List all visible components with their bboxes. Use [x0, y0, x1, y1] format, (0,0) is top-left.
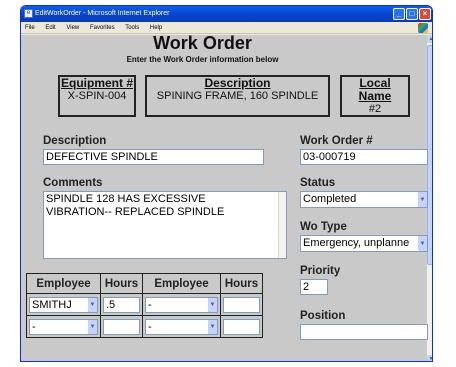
chevron-down-icon[interactable]: ▼	[88, 319, 97, 334]
position-field[interactable]	[300, 324, 428, 340]
chevron-down-icon[interactable]: ▼	[418, 236, 427, 251]
page-subtitle: Enter the Work Order information below	[126, 55, 279, 64]
chevron-down-icon[interactable]: ▼	[208, 297, 217, 312]
chevron-down-icon[interactable]: ▼	[418, 192, 427, 207]
wo-type-select[interactable]: Emergency, unplanne ▼	[300, 235, 428, 252]
comments-textarea[interactable]: SPINDLE 128 HAS EXCESSIVE VIBRATION-- RE…	[43, 191, 287, 259]
equipment-value: X-SPIN-004	[67, 90, 127, 102]
page-title: Work Order	[153, 33, 252, 53]
status-value: Completed	[303, 193, 357, 205]
equipment-description-label: Description	[204, 76, 271, 90]
menu-file[interactable]: File	[25, 25, 35, 31]
hours-header-1: Hours	[100, 273, 143, 294]
labor-table: Employee Hours Employee Hours SMITHJ ▼ .5…	[26, 273, 263, 338]
employee-select[interactable]: - ▼	[29, 318, 98, 335]
employee-select[interactable]: - ▼	[145, 296, 218, 313]
priority-field[interactable]: 2	[300, 279, 328, 295]
comments-line-2: VIBRATION-- REPLACED SPINDLE	[46, 206, 225, 218]
menu-favorites[interactable]: Favorites	[90, 25, 115, 31]
minimize-button[interactable]: _	[393, 8, 405, 20]
labor-header-row: Employee Hours Employee Hours	[26, 273, 263, 294]
equipment-description-box: Description SPINING FRAME, 160 SPINDLE	[145, 75, 330, 117]
employee-header-1: Employee	[26, 273, 101, 294]
maximize-button[interactable]: □	[406, 8, 418, 20]
hours-field[interactable]	[103, 318, 140, 335]
work-order-label: Work Order #	[300, 135, 373, 147]
wo-type-value: Emergency, unplanne	[303, 237, 410, 249]
windows-logo-icon	[418, 23, 428, 33]
comments-line-1: SPINDLE 128 HAS EXCESSIVE	[46, 193, 206, 205]
description-field[interactable]: DEFECTIVE SPINDLE	[43, 149, 264, 165]
equipment-description-value: SPINING FRAME, 160 SPINDLE	[156, 90, 319, 102]
menu-edit[interactable]: Edit	[45, 25, 55, 31]
employee-select[interactable]: SMITHJ ▼	[29, 296, 98, 313]
chevron-down-icon[interactable]: ▼	[208, 319, 217, 334]
status-select[interactable]: Completed ▼	[300, 191, 428, 208]
table-row: SMITHJ ▼ .5 - ▼	[26, 293, 263, 316]
comments-label: Comments	[43, 177, 103, 189]
ie-icon: e	[24, 9, 33, 18]
comments-scrollbar[interactable]	[278, 192, 286, 258]
menu-tools[interactable]: Tools	[125, 25, 139, 31]
local-name-box: Local Name #2	[340, 75, 410, 117]
local-name-value: #2	[368, 103, 382, 115]
hours-field[interactable]	[223, 296, 260, 313]
description-label: Description	[43, 135, 107, 147]
hours-header-2: Hours	[220, 273, 263, 294]
equipment-box: Equipment # X-SPIN-004	[58, 75, 136, 117]
menu-view[interactable]: View	[66, 25, 79, 31]
local-name-label: Local Name	[358, 76, 392, 103]
window-title: EditWorkOrder - Microsoft Internet Explo…	[35, 10, 170, 17]
scroll-up-icon[interactable]: ▲	[427, 35, 432, 43]
equipment-label: Equipment #	[60, 76, 133, 90]
position-label: Position	[300, 310, 346, 322]
work-order-field[interactable]: 03-000719	[300, 149, 428, 165]
close-button[interactable]: ×	[419, 8, 431, 20]
table-row: - ▼ - ▼	[26, 315, 263, 338]
chevron-down-icon[interactable]: ▼	[88, 297, 97, 312]
employee-select[interactable]: - ▼	[145, 318, 218, 335]
scroll-down-icon[interactable]: ▼	[427, 355, 432, 361]
priority-label: Priority	[300, 265, 341, 277]
hours-field[interactable]	[223, 318, 260, 335]
status-label: Status	[300, 177, 336, 189]
employee-header-2: Employee	[142, 273, 221, 294]
menu-help[interactable]: Help	[150, 25, 162, 31]
hours-field[interactable]: .5	[103, 296, 140, 313]
title-bar: e EditWorkOrder - Microsoft Internet Exp…	[21, 6, 432, 22]
wo-type-label: Wo Type	[300, 221, 347, 233]
